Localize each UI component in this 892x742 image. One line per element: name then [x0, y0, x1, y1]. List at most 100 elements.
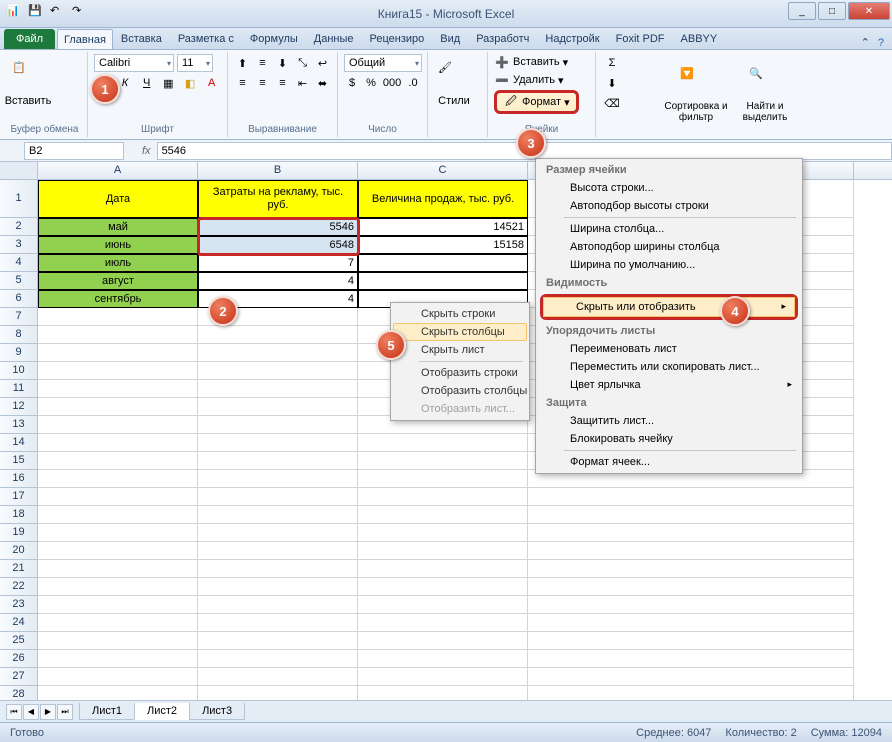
tab-insert[interactable]: Вставка	[113, 29, 170, 49]
cell[interactable]	[38, 326, 198, 344]
cell[interactable]	[528, 506, 854, 524]
fill-color-button[interactable]: ◧	[181, 74, 200, 92]
cell[interactable]	[38, 542, 198, 560]
tab-foxit[interactable]: Foxit PDF	[608, 29, 673, 49]
inc-dec-button[interactable]: .0	[405, 74, 421, 92]
align-mid-button[interactable]: ≡	[254, 54, 271, 72]
cell[interactable]	[528, 488, 854, 506]
merge-button[interactable]: ⬌	[314, 74, 331, 92]
cell[interactable]	[358, 524, 528, 542]
cell[interactable]	[198, 416, 358, 434]
sheet-nav-prev[interactable]: ◀	[23, 704, 39, 720]
row-header[interactable]: 18	[0, 506, 38, 524]
fill-button[interactable]: ⬇	[602, 74, 622, 92]
tab-layout[interactable]: Разметка с	[170, 29, 242, 49]
row-header[interactable]: 14	[0, 434, 38, 452]
cell[interactable]	[38, 560, 198, 578]
cell[interactable]	[358, 470, 528, 488]
tab-data[interactable]: Данные	[306, 29, 362, 49]
align-left-button[interactable]: ≡	[234, 74, 251, 92]
minimize-ribbon-icon[interactable]: ⌃	[861, 36, 870, 49]
underline-button[interactable]: Ч	[137, 74, 156, 92]
row-header[interactable]: 9	[0, 344, 38, 362]
cell[interactable]	[358, 542, 528, 560]
orientation-button[interactable]: ⤡	[294, 54, 311, 72]
row-header[interactable]: 6	[0, 290, 38, 308]
wrap-button[interactable]: ↩	[314, 54, 331, 72]
insert-cells-button[interactable]: Вставить	[513, 56, 560, 68]
format-menu-tab-color[interactable]: Цвет ярлычка	[538, 376, 800, 394]
cell[interactable]	[198, 524, 358, 542]
cell[interactable]	[38, 434, 198, 452]
font-size-combo[interactable]: 11	[177, 54, 213, 72]
format-menu-format-cells[interactable]: Формат ячеек...	[538, 453, 800, 471]
row-header[interactable]: 8	[0, 326, 38, 344]
redo-icon[interactable]: ↷	[72, 4, 88, 20]
cell-month[interactable]: май	[38, 218, 198, 236]
currency-button[interactable]: $	[344, 74, 360, 92]
col-header-b[interactable]: B	[198, 162, 358, 179]
row-header[interactable]: 4	[0, 254, 38, 272]
cell[interactable]	[198, 650, 358, 668]
format-menu-auto-row-height[interactable]: Автоподбор высоты строки	[538, 197, 800, 215]
cell[interactable]	[38, 524, 198, 542]
cell[interactable]	[358, 614, 528, 632]
cell[interactable]	[528, 596, 854, 614]
format-button[interactable]: 🖉Формат ▾	[494, 90, 579, 114]
cell[interactable]	[528, 632, 854, 650]
cell[interactable]	[358, 632, 528, 650]
format-menu-row-height[interactable]: Высота строки...	[538, 179, 800, 197]
tab-formulas[interactable]: Формулы	[242, 29, 306, 49]
cell[interactable]	[198, 398, 358, 416]
cell[interactable]	[528, 668, 854, 686]
cell[interactable]	[528, 614, 854, 632]
help-icon[interactable]: ?	[878, 37, 884, 49]
cell[interactable]	[198, 668, 358, 686]
autosum-button[interactable]: Σ	[602, 54, 622, 72]
tab-addins[interactable]: Надстройк	[537, 29, 607, 49]
cell[interactable]	[358, 560, 528, 578]
tab-abbyy[interactable]: ABBYY	[673, 29, 726, 49]
format-menu-col-width[interactable]: Ширина столбца...	[538, 220, 800, 238]
cell[interactable]	[358, 434, 528, 452]
cell-b[interactable]: 5546	[198, 218, 358, 236]
cell-month[interactable]: сентябрь	[38, 290, 198, 308]
tab-view[interactable]: Вид	[432, 29, 468, 49]
cell[interactable]	[38, 362, 198, 380]
cell-b[interactable]: 4	[198, 272, 358, 290]
sheet-nav-last[interactable]: ⏭	[57, 704, 73, 720]
font-name-combo[interactable]: Calibri	[94, 54, 174, 72]
submenu-show-rows[interactable]: Отобразить строки	[393, 364, 527, 382]
row-header[interactable]: 7	[0, 308, 38, 326]
select-all-corner[interactable]	[0, 162, 38, 179]
undo-icon[interactable]: ↶	[50, 4, 66, 20]
cell[interactable]	[358, 488, 528, 506]
cell[interactable]	[358, 686, 528, 700]
cell[interactable]	[198, 542, 358, 560]
row-header[interactable]: 12	[0, 398, 38, 416]
cell[interactable]	[198, 596, 358, 614]
save-icon[interactable]: 💾	[28, 4, 44, 20]
cell[interactable]	[198, 452, 358, 470]
percent-button[interactable]: %	[363, 74, 379, 92]
row-header[interactable]: 15	[0, 452, 38, 470]
find-select-button[interactable]: 🔍 Найти и выделить	[733, 65, 797, 125]
name-box[interactable]: B2	[24, 142, 124, 160]
cell[interactable]	[38, 632, 198, 650]
format-menu-lock[interactable]: Блокировать ячейку	[538, 430, 800, 448]
cell[interactable]	[358, 668, 528, 686]
number-format-combo[interactable]: Общий	[344, 54, 422, 72]
sheet-nav-first[interactable]: ⏮	[6, 704, 22, 720]
row-header[interactable]: 16	[0, 470, 38, 488]
cell[interactable]	[528, 524, 854, 542]
row-header[interactable]: 5	[0, 272, 38, 290]
row-header[interactable]: 11	[0, 380, 38, 398]
cell[interactable]	[198, 434, 358, 452]
maximize-button[interactable]: □	[818, 2, 846, 20]
format-menu-hide-show[interactable]: Скрыть или отобразить	[543, 297, 795, 317]
row-header[interactable]: 24	[0, 614, 38, 632]
cell[interactable]	[38, 614, 198, 632]
clear-button[interactable]: ⌫	[602, 94, 622, 112]
row-header[interactable]: 28	[0, 686, 38, 700]
cell[interactable]	[38, 416, 198, 434]
